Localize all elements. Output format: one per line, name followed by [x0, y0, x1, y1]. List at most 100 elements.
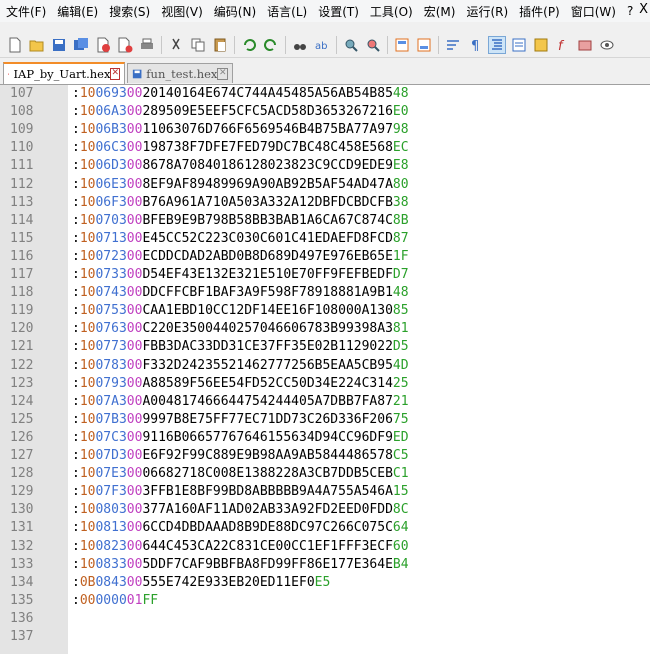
hex-addr: 07D3 — [95, 448, 127, 463]
hex-start-colon: : — [72, 267, 80, 282]
cut-icon[interactable] — [168, 37, 184, 53]
menu-item[interactable]: 搜索(S) — [103, 3, 155, 20]
hex-start-colon: : — [72, 429, 80, 445]
tab-close-icon[interactable]: ✕ — [217, 67, 228, 80]
menu-bar: 文件(F) 编辑(E) 搜索(S) 视图(V) 编码(N) 语言(L) 设置(T) 工具(O)… — [0, 0, 650, 22]
menu-item[interactable]: 文件(F) — [0, 3, 51, 20]
new-file-icon[interactable] — [7, 37, 23, 53]
toolbar-separator — [438, 35, 439, 54]
folder-workspace-icon[interactable] — [577, 37, 593, 53]
tab-fun-test[interactable]: fun_test.hex ✕ — [127, 63, 233, 83]
sync-vertical-icon[interactable] — [394, 37, 410, 53]
hex-record: :10074300DDCFFCBF1BAF3A9F598F78918881A9B… — [72, 284, 409, 302]
line-number: 118 — [10, 285, 34, 301]
hex-addr: 06D3 — [95, 158, 127, 174]
hex-record: :10078300F332D24235521462777256B5EAA5CB9… — [72, 357, 409, 375]
hex-type: 00 — [126, 140, 143, 156]
text-editor[interactable]: 107:1006930020140164E674C744A45485A56AB5… — [0, 85, 650, 654]
hex-record: :10076300C220E3500440257046606783B99398A… — [72, 320, 409, 338]
hex-sum: EC — [392, 140, 409, 156]
hex-sum: D7 — [392, 267, 409, 282]
tab-iap-by-uart[interactable]: IAP_by_Uart.hex ✕ — [3, 62, 125, 84]
menu-item[interactable]: 视图(V) — [155, 3, 208, 20]
hex-sum: 60 — [392, 538, 409, 554]
hex-len: 10 — [79, 104, 96, 120]
close-window-button[interactable]: X — [639, 2, 648, 17]
hex-len: 10 — [79, 411, 96, 427]
hex-sum: 81 — [392, 321, 409, 337]
hex-sum: 8C — [392, 502, 409, 518]
line-number: 115 — [10, 230, 34, 246]
close-all-icon[interactable] — [117, 37, 133, 53]
line-number: 120 — [10, 321, 34, 337]
hex-data: 06682718C008E1388228A3CB7DDB5CEB — [142, 466, 393, 482]
menu-item[interactable]: 编辑(E) — [51, 3, 103, 20]
menu-item[interactable]: 设置(T) — [312, 3, 364, 20]
tab-label: fun_test.hex — [146, 66, 218, 81]
hex-record: :1006F300B76A961A710A503A332A12DBFDCBDCF… — [72, 194, 409, 212]
menu-item[interactable]: 编码(N) — [208, 3, 261, 20]
hex-sum: 98 — [392, 122, 409, 138]
menu-item[interactable]: 工具(O) — [364, 3, 418, 20]
hex-record: :1006A300289509E5EEF5CFC5ACD58D365326721… — [72, 103, 409, 121]
undo-icon[interactable] — [241, 37, 257, 53]
word-wrap-icon[interactable] — [445, 37, 461, 53]
hex-record: :1006930020140164E674C744A45485A56AB54B8… — [72, 85, 409, 103]
line-number: 117 — [10, 267, 34, 282]
toolbar-separator — [234, 35, 235, 54]
hex-type: 00 — [126, 86, 143, 101]
tab-close-icon[interactable]: ✕ — [110, 68, 120, 80]
menu-item[interactable]: ? — [621, 4, 638, 18]
file-modified-icon — [8, 73, 10, 75]
hex-sum: 4D — [392, 357, 409, 373]
hex-data: F332D24235521462777256B5EAA5CB95 — [142, 357, 393, 373]
indent-guide-icon[interactable] — [488, 35, 506, 54]
hex-addr: 0743 — [95, 285, 127, 301]
hex-len: 10 — [79, 538, 96, 554]
hex-start-colon: : — [72, 303, 80, 319]
user-language-icon[interactable] — [511, 37, 527, 53]
hex-record: :100813006CCD4DBDAAAD8B9DE88DC97C266C075… — [72, 519, 409, 537]
hex-start-colon: : — [72, 285, 80, 301]
find-icon[interactable] — [292, 37, 308, 53]
menu-item[interactable]: 运行(R) — [460, 3, 513, 20]
close-file-icon[interactable] — [95, 37, 111, 53]
doc-map-icon[interactable] — [533, 37, 549, 53]
menu-item[interactable]: 窗口(W) — [565, 3, 621, 20]
zoom-out-icon[interactable] — [365, 37, 381, 53]
hex-record: :1007E30006682718C008E1388228A3CB7DDB5CE… — [72, 465, 409, 483]
hex-type: 00 — [126, 520, 143, 536]
hex-type: 00 — [126, 429, 143, 445]
line-number: 133 — [10, 556, 34, 572]
hex-start-colon: : — [72, 321, 80, 337]
show-all-chars-icon[interactable]: ¶ — [467, 37, 483, 53]
hex-addr: 06E3 — [95, 176, 127, 192]
hex-data: 8678A70840186128023823C9CCD9EDE9 — [142, 158, 393, 174]
line-number: 130 — [10, 502, 34, 518]
hex-sum: 25 — [392, 375, 409, 391]
hex-type: 00 — [126, 303, 143, 319]
paste-icon[interactable] — [212, 37, 228, 53]
hex-record: :00000001FF — [72, 592, 158, 610]
menu-item[interactable]: 插件(P) — [513, 3, 565, 20]
copy-icon[interactable] — [190, 37, 206, 53]
sync-horizontal-icon[interactable] — [416, 37, 432, 53]
redo-icon[interactable] — [263, 37, 279, 53]
line-number: 127 — [10, 448, 34, 463]
hex-type: 00 — [126, 267, 143, 282]
line-number: 126 — [10, 429, 34, 445]
print-icon[interactable] — [139, 37, 155, 53]
hex-record: :100833005DDF7CAF9BBFBA8FD99FF86E177E364… — [72, 556, 409, 574]
open-folder-icon[interactable] — [29, 37, 45, 53]
hex-type: 00 — [126, 285, 143, 301]
menu-item[interactable]: 宏(M) — [418, 3, 461, 20]
save-icon[interactable] — [51, 37, 67, 53]
replace-icon[interactable]: ab — [314, 37, 330, 53]
menu-item[interactable]: 语言(L) — [261, 3, 312, 20]
function-list-icon[interactable]: f — [555, 37, 571, 53]
hex-start-colon: : — [72, 502, 80, 518]
monitoring-icon[interactable] — [599, 37, 615, 53]
save-all-icon[interactable] — [73, 37, 89, 53]
hex-len: 10 — [79, 86, 96, 101]
zoom-in-icon[interactable] — [343, 37, 359, 53]
